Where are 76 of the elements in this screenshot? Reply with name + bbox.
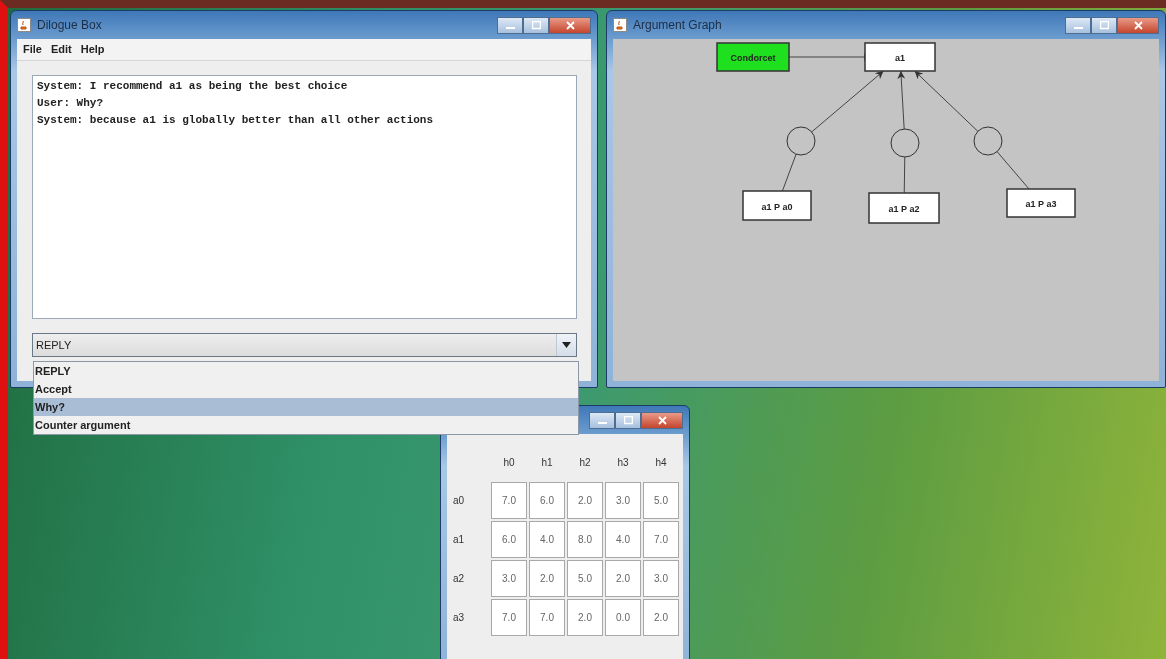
table-cell: 4.0: [529, 521, 565, 558]
graph-circle-node: [890, 128, 920, 158]
dropdown-option[interactable]: Why?: [34, 398, 578, 416]
window-title: Dilogue Box: [37, 17, 103, 34]
dropdown-option[interactable]: Accept: [34, 380, 578, 398]
table-cell: 7.0: [491, 482, 527, 519]
table-cell: 3.0: [643, 560, 679, 597]
minimize-button[interactable]: [497, 16, 523, 34]
table-cell: 2.0: [643, 599, 679, 636]
table-cell: 6.0: [491, 521, 527, 558]
column-header: h2: [578, 455, 592, 470]
window-title: Argument Graph: [633, 17, 723, 34]
arrow-connector: [914, 70, 979, 132]
graph-node-label: a1: [895, 53, 905, 63]
table-cell: 5.0: [643, 482, 679, 519]
maximize-button[interactable]: [615, 411, 641, 429]
minimize-icon: [1073, 27, 1083, 29]
table-cell: 4.0: [605, 521, 641, 558]
row-header: a3: [453, 611, 466, 625]
graph-circle-node: [973, 126, 1003, 156]
table-cell: 7.0: [643, 521, 679, 558]
maximize-icon: [1099, 20, 1109, 30]
menu-item[interactable]: Help: [80, 41, 105, 58]
java-cup-icon: [17, 18, 31, 32]
graph-node-label: Condorcet: [730, 53, 776, 63]
close-icon: [1133, 20, 1143, 30]
maximize-button[interactable]: [523, 16, 549, 34]
close-button[interactable]: [1117, 16, 1159, 34]
graph-circle-node: [786, 126, 816, 156]
minimize-button[interactable]: [1065, 16, 1091, 34]
java-cup-icon: [613, 18, 627, 32]
dropdown-option[interactable]: Counter argument: [34, 416, 578, 434]
row-header: a1: [453, 533, 466, 547]
connector-line: [781, 153, 797, 192]
column-header: h3: [616, 455, 630, 470]
table-cell: 2.0: [567, 599, 603, 636]
transcript-line: System: I recommend a1 as being the best choice: [37, 79, 349, 94]
table-cell: 2.0: [567, 482, 603, 519]
close-button[interactable]: [549, 16, 591, 34]
table-cell: 7.0: [491, 599, 527, 636]
minimize-icon: [505, 27, 515, 29]
dropdown-arrow-icon: [562, 342, 571, 348]
table-cell: 5.0: [567, 560, 603, 597]
menu-item[interactable]: Edit: [50, 41, 72, 58]
connector-line: [903, 156, 906, 194]
column-header: h4: [654, 455, 668, 470]
minimize-button[interactable]: [589, 411, 615, 429]
table-cell: 3.0: [605, 482, 641, 519]
close-icon: [565, 20, 575, 30]
reply-dropdown[interactable]: REPLY: [32, 333, 577, 357]
menu-item[interactable]: File: [23, 41, 42, 58]
table-cell: 0.0: [605, 599, 641, 636]
dropdown-option[interactable]: REPLY: [34, 362, 578, 380]
table-cell: 7.0: [529, 599, 565, 636]
arrow-connector: [897, 70, 906, 130]
table-cell: 2.0: [529, 560, 565, 597]
transcript-line: User: Why?: [37, 96, 104, 111]
close-icon: [657, 415, 667, 425]
table-cell: 6.0: [529, 482, 565, 519]
column-header: h0: [502, 455, 516, 470]
maximize-icon: [531, 20, 541, 30]
graph-node-label: a1 P a2: [888, 204, 920, 214]
table-cell: 2.0: [605, 560, 641, 597]
close-button[interactable]: [641, 411, 683, 429]
row-header: a0: [453, 494, 466, 508]
maximize-icon: [623, 415, 633, 425]
minimize-icon: [597, 422, 607, 424]
transcript-line: System: because a1 is globally better than all other actions: [37, 113, 435, 128]
graph-node-label: a1 P a3: [1025, 199, 1057, 209]
table-cell: 8.0: [567, 521, 603, 558]
maximize-button[interactable]: [1091, 16, 1117, 34]
connector-line: [996, 151, 1030, 190]
column-header: h1: [540, 455, 554, 470]
row-header: a2: [453, 572, 466, 586]
graph-node-label: a1 P a0: [761, 201, 793, 212]
table-cell: 3.0: [491, 560, 527, 597]
